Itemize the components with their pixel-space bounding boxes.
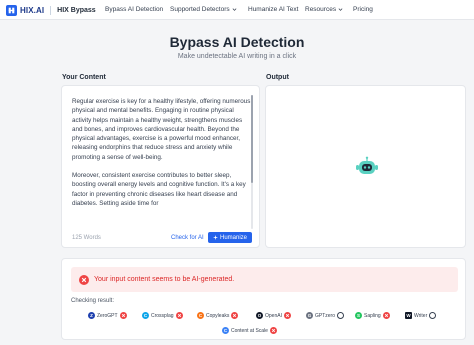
page-title: Bypass AI Detection xyxy=(169,34,305,50)
detector-name: ZeroGPT xyxy=(97,312,118,319)
openai-logo-icon: O xyxy=(256,312,263,319)
detector-name: GPTzero xyxy=(315,312,336,319)
essay-paragraph: Moreover, consistent exercise contribute… xyxy=(72,172,246,207)
detector-gptzero: G GPTzero xyxy=(306,311,345,320)
check-for-ai-link[interactable]: Check for AI xyxy=(171,235,204,241)
detector-name: OpenAI xyxy=(265,312,282,319)
robot-mascot-icon xyxy=(356,156,378,174)
fail-x-icon xyxy=(119,312,127,319)
nav-pricing[interactable]: Pricing xyxy=(353,4,373,15)
content-textarea[interactable]: Regular exercise is key for a healthy li… xyxy=(72,97,252,227)
output-panel-label: Output xyxy=(266,74,289,81)
detector-copyleaks: C Copyleaks xyxy=(197,311,239,320)
nav-item-label: Bypass AI Detection xyxy=(105,6,164,13)
nav-supported-detectors[interactable]: Supported Detectors xyxy=(170,4,237,15)
detector-writer: W Writer xyxy=(405,311,437,320)
chevron-down-icon xyxy=(232,8,237,11)
nav-resources[interactable]: Resources xyxy=(305,4,343,15)
logo-divider xyxy=(50,5,52,15)
detector-name: Copyleaks xyxy=(206,312,230,319)
output-panel xyxy=(265,85,466,248)
fail-x-icon xyxy=(382,312,390,319)
ai-detected-alert: Your input content seems to be AI-genera… xyxy=(71,267,458,292)
zerogpt-logo-icon: Z xyxy=(88,312,95,319)
detector-crossplag: C Crossplag xyxy=(142,311,183,320)
fail-x-icon xyxy=(175,312,183,319)
top-nav: HIX.AI HIX Bypass Bypass AI Detection Su… xyxy=(0,0,474,20)
scroll-thumb[interactable] xyxy=(251,95,253,183)
detector-sapling: S Sapling xyxy=(355,311,390,320)
content-at-scale-logo-icon: C xyxy=(222,327,229,334)
detector-zerogpt: Z ZeroGPT xyxy=(88,311,127,320)
nav-bypass-ai-detection[interactable]: Bypass AI Detection xyxy=(105,4,163,15)
error-circle-icon xyxy=(79,274,89,285)
word-count: 125 Words xyxy=(72,235,101,241)
nav-humanize-ai-text[interactable]: Humanize AI Text xyxy=(248,4,298,15)
humanize-button[interactable]: Humanize xyxy=(208,232,252,243)
logo[interactable]: HIX.AI HIX Bypass xyxy=(6,4,96,16)
copyleaks-logo-icon: C xyxy=(197,312,204,319)
nav-item-label: Resources xyxy=(305,6,337,13)
result-card: Your input content seems to be AI-genera… xyxy=(61,258,466,340)
detector-name: Crossplag xyxy=(151,312,174,319)
detector-openai: O OpenAI xyxy=(256,311,291,320)
essay-paragraph: Regular exercise is key for a healthy li… xyxy=(72,98,251,161)
detector-name: Content at Scale xyxy=(231,327,268,334)
nav-item-label: Humanize AI Text xyxy=(248,6,299,13)
input-panel: Regular exercise is key for a healthy li… xyxy=(61,85,260,248)
pending-circle-icon xyxy=(429,312,437,319)
content-scrollbar[interactable] xyxy=(251,95,253,229)
logo-text: HIX.AI xyxy=(20,5,45,15)
fail-x-icon xyxy=(269,327,277,334)
page-subtitle: Make undetectable AI writing in a click xyxy=(177,53,297,60)
fail-x-icon xyxy=(231,312,239,319)
pending-circle-icon xyxy=(337,312,345,319)
alert-message: Your input content seems to be AI-genera… xyxy=(94,276,235,283)
detector-name: Writer xyxy=(414,312,428,319)
fail-x-icon xyxy=(283,312,291,319)
nav-item-label: Pricing xyxy=(353,6,373,13)
crossplag-logo-icon: C xyxy=(142,312,149,319)
sparkle-icon xyxy=(212,235,218,240)
input-panel-label: Your Content xyxy=(62,74,106,81)
detector-name: Sapling xyxy=(364,312,381,319)
gptzero-logo-icon: G xyxy=(306,312,313,319)
nav-item-label: Supported Detectors xyxy=(170,6,230,13)
humanize-button-label: Humanize xyxy=(219,234,247,241)
logo-product-name: HIX Bypass xyxy=(57,6,96,14)
hix-logo-icon xyxy=(6,4,17,16)
writer-logo-icon: W xyxy=(405,312,412,319)
checking-result-label: Checking result: xyxy=(71,298,115,304)
chevron-down-icon xyxy=(338,8,343,11)
sapling-logo-icon: S xyxy=(355,312,362,319)
detector-content-at-scale: C Content at Scale xyxy=(222,326,277,335)
